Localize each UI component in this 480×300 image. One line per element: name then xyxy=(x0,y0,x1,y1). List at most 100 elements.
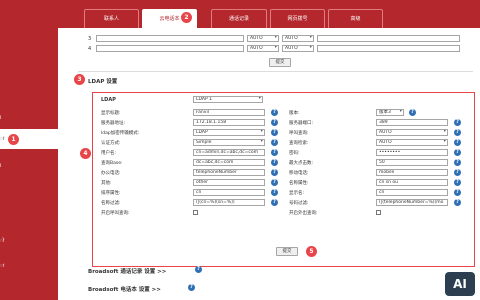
mobile-input[interactable]: mobile xyxy=(376,169,448,176)
server-port-label: 服务器端口: xyxy=(289,121,314,126)
row4-input-1[interactable] xyxy=(96,45,244,52)
tab-web-dial[interactable]: 网页拨号 xyxy=(270,9,325,28)
auth-method-label: 认证方式: xyxy=(101,141,121,146)
row4-input-2[interactable] xyxy=(317,45,460,52)
ldap-type-select[interactable]: LDAP xyxy=(193,129,265,136)
server-address-input[interactable]: 172.18.1.158 xyxy=(193,119,265,126)
display-title-input[interactable]: Fanvil xyxy=(193,109,265,116)
help-icon[interactable]: ? xyxy=(271,159,278,166)
other-input[interactable]: other xyxy=(193,179,265,186)
enable-call-lookup-label: 开启呼叫查询: xyxy=(101,211,130,216)
row-index-4: 4 xyxy=(88,46,92,52)
call-lookup-select[interactable]: AUTO xyxy=(376,129,448,136)
help-icon[interactable]: ? xyxy=(188,284,195,291)
row3-input-2[interactable] xyxy=(317,35,460,42)
help-icon[interactable]: ? xyxy=(454,159,461,166)
help-icon[interactable]: ? xyxy=(454,129,461,136)
sort-attr-label: 排序属性: xyxy=(101,191,121,196)
annotation-badge-1: 1 xyxy=(8,134,19,145)
search-lookup-select[interactable]: AUTO xyxy=(376,139,448,146)
server-address-label: 服务器地址: xyxy=(101,121,126,126)
enable-call-lookup-checkbox[interactable] xyxy=(193,210,198,215)
sidebar-item-1[interactable]: i xyxy=(0,115,1,121)
call-lookup-label: 呼叫查询: xyxy=(289,131,309,136)
enable-out-lookup-label: 开启外出查询: xyxy=(289,211,318,216)
main-content: 3 AUTO AUTO 4 AUTO AUTO 提交 LDAP 设置 LDAP … xyxy=(58,28,480,300)
help-icon[interactable]: ? xyxy=(454,139,461,146)
number-filter-label: 号码过滤: xyxy=(289,201,309,206)
divider xyxy=(78,71,473,72)
auth-method-select[interactable]: Simple xyxy=(193,139,265,146)
server-port-input[interactable]: 389 xyxy=(376,119,448,126)
office-phone-label: 办公电话: xyxy=(101,171,121,176)
submit-button-top[interactable]: 提交 xyxy=(269,58,291,67)
help-icon[interactable]: ? xyxy=(271,129,278,136)
enable-out-lookup-checkbox[interactable] xyxy=(376,210,381,215)
mobile-label: 移动电话: xyxy=(289,171,309,176)
annotation-badge-2: 2 xyxy=(181,12,192,23)
top-nav: 联系人 云电话本 通话记录 网页拨号 高级 xyxy=(58,0,480,28)
display-name-label: 显示名: xyxy=(289,191,305,196)
sidebar: i ा i ो ा xyxy=(0,0,58,300)
username-label: 用户名: xyxy=(101,151,117,156)
broadsoft-phonebook-link[interactable]: Broadsoft 电话本 设置 >> xyxy=(88,285,161,293)
sidebar-item-4[interactable]: ो xyxy=(0,238,4,244)
help-icon[interactable]: ? xyxy=(271,169,278,176)
password-label: 密码: xyxy=(289,151,300,156)
help-icon[interactable]: ? xyxy=(271,119,278,126)
row3-select-2[interactable]: AUTO xyxy=(282,35,314,42)
help-icon[interactable]: ? xyxy=(454,179,461,186)
username-input[interactable]: cn=admin,dc=abc,dc=com xyxy=(193,149,265,156)
display-name-input[interactable]: cn xyxy=(376,189,448,196)
max-hits-label: 最大点击数: xyxy=(289,161,314,166)
version-select[interactable]: 版本3 xyxy=(376,109,404,116)
help-icon[interactable]: ? xyxy=(271,179,278,186)
row3-input-1[interactable] xyxy=(96,35,244,42)
password-input[interactable]: •••••••• xyxy=(376,149,448,156)
help-icon[interactable]: ? xyxy=(454,169,461,176)
help-icon[interactable]: ? xyxy=(454,199,461,206)
watermark-logo: AI xyxy=(445,272,475,296)
help-icon[interactable]: ? xyxy=(409,109,416,116)
tab-call-log[interactable]: 通话记录 xyxy=(211,9,267,28)
help-icon[interactable]: ? xyxy=(271,199,278,206)
ldap-type-label: ldap加密传输模式: xyxy=(101,131,140,136)
sidebar-item-3[interactable]: i xyxy=(0,163,1,169)
ldap-section-title: LDAP 设置 xyxy=(88,79,118,85)
row4-select-2[interactable]: AUTO xyxy=(282,45,314,52)
annotation-badge-3: 3 xyxy=(74,74,85,85)
help-icon[interactable]: ? xyxy=(271,189,278,196)
broadsoft-call-log-link[interactable]: Broadsoft 通话记录 设置 >> xyxy=(88,267,166,275)
display-title-label: 显示标题: xyxy=(101,111,121,116)
help-icon[interactable]: ? xyxy=(271,149,278,156)
ldap-profile-select[interactable]: LDAP 1 xyxy=(193,96,263,103)
ldap-header: LDAP xyxy=(101,97,116,103)
sort-attr-input[interactable]: cn xyxy=(193,189,265,196)
max-hits-input[interactable]: 50 xyxy=(376,159,448,166)
ldap-settings-panel: LDAP LDAP 1 显示标题: 服务器地址: ldap加密传输模式: 认证方… xyxy=(92,92,475,267)
help-icon[interactable]: ? xyxy=(454,119,461,126)
annotation-badge-5: 5 xyxy=(306,246,317,257)
help-icon[interactable]: ? xyxy=(454,189,461,196)
help-icon[interactable]: ? xyxy=(271,139,278,146)
tab-contacts[interactable]: 联系人 xyxy=(84,9,139,28)
row4-select-1[interactable]: AUTO xyxy=(247,45,279,52)
help-icon[interactable]: ? xyxy=(271,109,278,116)
submit-button-ldap[interactable]: 提交 xyxy=(276,247,298,256)
tab-advanced[interactable]: 高级 xyxy=(328,9,383,28)
version-label: 版本: xyxy=(289,111,300,116)
row-index-3: 3 xyxy=(88,36,92,42)
sidebar-item-5[interactable]: ा xyxy=(0,263,4,269)
number-filter-input[interactable]: (|(telephoneNumber=%)(mo xyxy=(376,199,448,206)
row3-select-1[interactable]: AUTO xyxy=(247,35,279,42)
annotation-badge-4: 4 xyxy=(80,148,91,159)
sidebar-item-2[interactable]: ा xyxy=(0,136,4,142)
name-attr-label: 名称属性: xyxy=(289,181,309,186)
help-icon[interactable]: ? xyxy=(454,149,461,156)
search-base-input[interactable]: dc=abc,dc=com xyxy=(193,159,265,166)
office-phone-input[interactable]: telephoneNumber xyxy=(193,169,265,176)
help-icon[interactable]: ? xyxy=(195,266,202,273)
search-lookup-label: 查询检索: xyxy=(289,141,309,146)
name-filter-input[interactable]: (|(cn=%)(sn=%)) xyxy=(193,199,265,206)
name-attr-input[interactable]: cn sn ou xyxy=(376,179,448,186)
